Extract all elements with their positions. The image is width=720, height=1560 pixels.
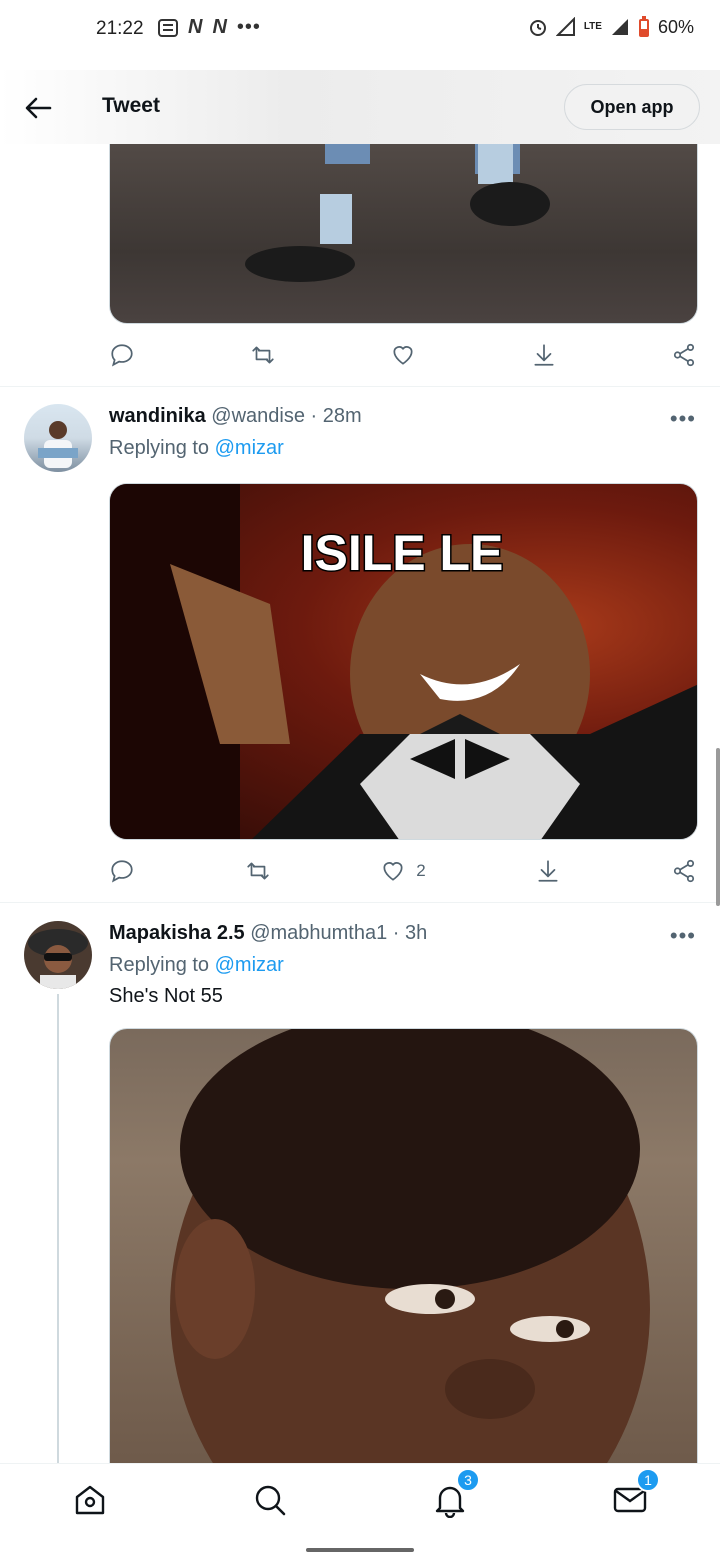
more-options-icon[interactable]: ••• <box>670 406 696 432</box>
mention-link[interactable]: @mizar <box>215 954 284 976</box>
tweet-text: She's Not 55 <box>109 985 223 1007</box>
tweet-actions: 2 <box>109 855 697 887</box>
home-icon <box>75 1485 105 1515</box>
image-shoes <box>245 144 550 282</box>
scrollbar[interactable] <box>716 748 720 906</box>
download-button[interactable] <box>531 342 557 368</box>
more-dots-icon: ••• <box>236 16 261 38</box>
battery-percent: 60% <box>657 16 694 37</box>
handle[interactable]: @mabhumtha1 <box>250 922 387 944</box>
retweet-icon <box>247 862 269 880</box>
retweet-button[interactable] <box>245 858 271 884</box>
tweet-header: Tweet Open app <box>0 70 720 144</box>
like-count: 2 <box>416 861 426 880</box>
tweet-actions-top <box>109 339 697 371</box>
status-right: LTE 60% <box>528 16 694 38</box>
like-button[interactable] <box>390 342 416 368</box>
replying-prefix: Replying to <box>109 954 210 976</box>
avatar[interactable] <box>24 921 92 989</box>
status-time: 21:22 <box>96 18 144 39</box>
download-button[interactable] <box>535 858 561 884</box>
download-icon <box>538 860 558 882</box>
notification-badge: 3 <box>456 1468 480 1492</box>
netflix-icon: N <box>212 16 227 38</box>
news-icon <box>158 18 178 37</box>
page-title: Tweet <box>102 94 160 117</box>
messages-badge: 1 <box>636 1468 660 1492</box>
more-options-icon[interactable]: ••• <box>670 923 696 949</box>
image-meme: ISILE LE <box>110 484 697 839</box>
search-icon <box>255 1485 286 1516</box>
display-name[interactable]: Mapakisha 2.5 <box>109 922 245 944</box>
avatar-image <box>28 929 88 989</box>
status-bar: 21:22 N N ••• LTE 60% <box>0 0 720 60</box>
netflix-icon: N <box>188 16 203 38</box>
reply-icon <box>111 344 133 367</box>
home-indicator[interactable] <box>306 1548 414 1552</box>
replying-to: Replying to @mizar <box>109 437 284 460</box>
timestamp[interactable]: 3h <box>405 922 427 944</box>
signal-icon <box>555 17 575 36</box>
mention-link[interactable]: @mizar <box>215 437 284 459</box>
nav-notifications[interactable]: 3 <box>432 1468 480 1519</box>
tweet-image[interactable]: ISILE LE <box>109 483 698 840</box>
timestamp[interactable]: 28m <box>323 405 362 427</box>
tweet-author: Mapakisha 2.5 @mabhumtha1 · 3h <box>109 922 427 945</box>
reply-icon <box>111 860 133 883</box>
handle[interactable]: @wandise <box>211 405 305 427</box>
divider <box>0 902 720 903</box>
heart-icon <box>393 346 413 365</box>
bottom-nav: 3 1 <box>0 1463 720 1560</box>
avatar-image <box>38 421 78 468</box>
share-icon <box>673 343 695 367</box>
reply-button[interactable] <box>109 858 135 884</box>
signal-icon-2 <box>611 19 628 35</box>
status-notification-icons: N N ••• <box>158 16 261 39</box>
replying-to: Replying to @mizar <box>109 954 284 977</box>
tweet-author: wandinika @wandise · 28m <box>109 405 362 428</box>
heart-icon <box>383 862 403 881</box>
separator-dot: · <box>392 922 400 944</box>
display-name[interactable]: wandinika <box>109 405 206 427</box>
nav-messages[interactable]: 1 <box>612 1468 660 1518</box>
image-child <box>170 1029 650 1468</box>
avatar[interactable] <box>24 404 92 472</box>
retweet-button[interactable] <box>250 342 276 368</box>
nav-search[interactable] <box>252 1482 288 1518</box>
share-button[interactable] <box>671 858 697 884</box>
download-icon <box>533 344 554 366</box>
network-type: LTE <box>583 21 602 32</box>
retweet-icon <box>251 346 274 364</box>
like-button[interactable]: 2 <box>380 858 426 884</box>
divider <box>0 386 720 387</box>
tweet-image-top[interactable] <box>109 144 698 324</box>
thread-line <box>57 994 59 1464</box>
tweet-image[interactable] <box>109 1028 698 1468</box>
replying-prefix: Replying to <box>109 437 210 459</box>
share-button[interactable] <box>671 342 697 368</box>
alarm-icon <box>529 20 546 36</box>
reply-button[interactable] <box>109 342 135 368</box>
back-arrow-icon[interactable] <box>22 92 54 124</box>
nav-home[interactable] <box>72 1482 108 1518</box>
open-app-button[interactable]: Open app <box>564 84 700 130</box>
battery-icon <box>638 16 649 37</box>
separator-dot: · <box>310 405 318 427</box>
share-icon <box>673 859 695 883</box>
image-caption: ISILE LE <box>301 525 504 581</box>
